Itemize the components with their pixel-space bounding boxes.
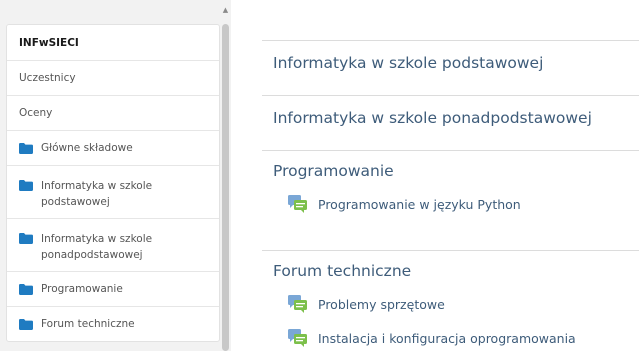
nav-section-general-label: Główne składowe (41, 142, 133, 154)
nav-grades[interactable]: Oceny (7, 95, 219, 130)
course-page: INFwSIECI Uczestnicy Oceny Główne składo… (0, 0, 639, 351)
nav-section-primary[interactable]: Informatyka w szkole podstawowej (7, 165, 219, 218)
nav-section-programming-label: Programowanie (41, 283, 123, 295)
folder-icon (19, 318, 33, 330)
activity-label: Instalacja i konfiguracja oprogramowania (318, 330, 576, 346)
section-primary: Informatyka w szkole podstawowej (262, 40, 639, 96)
folder-icon (19, 283, 33, 295)
activity-software-forum[interactable]: Instalacja i konfiguracja oprogramowania (288, 329, 576, 347)
nav-drawer: INFwSIECI Uczestnicy Oceny Główne składo… (0, 0, 230, 351)
folder-icon (19, 233, 33, 244)
section-tech-forum: Forum techniczne Problemy sprzętowe Inst… (262, 250, 639, 351)
folder-icon (19, 142, 33, 154)
scroll-up-arrow-icon[interactable]: ▲ (220, 6, 231, 14)
scroll-thumb[interactable] (222, 24, 229, 351)
section-title[interactable]: Informatyka w szkole podstawowej (273, 54, 543, 72)
nav-section-tech-forum[interactable]: Forum techniczne (7, 306, 219, 341)
activity-hardware-forum[interactable]: Problemy sprzętowe (288, 295, 445, 313)
nav-course-name[interactable]: INFwSIECI (7, 25, 219, 60)
section-title[interactable]: Programowanie (273, 162, 394, 180)
nav-section-primary-label: Informatyka w szkole podstawowej (41, 180, 153, 208)
nav-section-tech-forum-label: Forum techniczne (41, 318, 135, 330)
nav-section-general[interactable]: Główne składowe (7, 130, 219, 165)
course-content: Informatyka w szkole podstawowej Informa… (262, 0, 639, 351)
course-nav-card: INFwSIECI Uczestnicy Oceny Główne składo… (6, 24, 220, 342)
activity-python-forum[interactable]: Programowanie w języku Python (288, 195, 521, 213)
section-programming: Programowanie Programowanie w języku Pyt… (262, 150, 639, 251)
nav-participants-label: Uczestnicy (19, 72, 76, 84)
forum-icon (288, 295, 307, 313)
drawer-scrollbar[interactable]: ▲ (220, 0, 231, 351)
section-title[interactable]: Forum techniczne (273, 262, 411, 280)
nav-section-programming[interactable]: Programowanie (7, 271, 219, 306)
forum-icon (288, 329, 307, 347)
folder-icon (19, 180, 33, 191)
nav-section-secondary-label: Informatyka w szkole ponadpodstawowej (41, 233, 153, 261)
section-secondary: Informatyka w szkole ponadpodstawowej (262, 95, 639, 151)
nav-course-name-label: INFwSIECI (19, 36, 79, 49)
nav-participants[interactable]: Uczestnicy (7, 60, 219, 95)
nav-grades-label: Oceny (19, 107, 53, 119)
forum-icon (288, 195, 307, 213)
section-title[interactable]: Informatyka w szkole ponadpodstawowej (273, 109, 592, 127)
activity-label: Problemy sprzętowe (318, 296, 445, 312)
nav-section-secondary[interactable]: Informatyka w szkole ponadpodstawowej (7, 218, 219, 271)
activity-label: Programowanie w języku Python (318, 196, 521, 212)
